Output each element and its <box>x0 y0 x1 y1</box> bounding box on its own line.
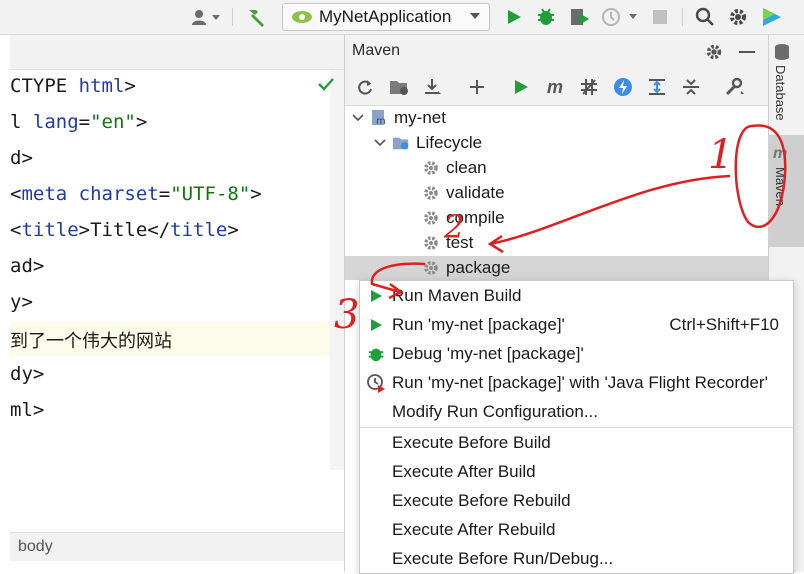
annotation-overlay: 1 2 3 <box>334 124 787 338</box>
annotation-circle <box>734 124 787 229</box>
annotation-number: 2 <box>443 208 464 246</box>
annotation-arrow <box>370 262 426 294</box>
annotation-number: 3 <box>334 292 359 338</box>
annotation-number: 1 <box>708 132 733 178</box>
annotation-arrow <box>489 174 731 246</box>
